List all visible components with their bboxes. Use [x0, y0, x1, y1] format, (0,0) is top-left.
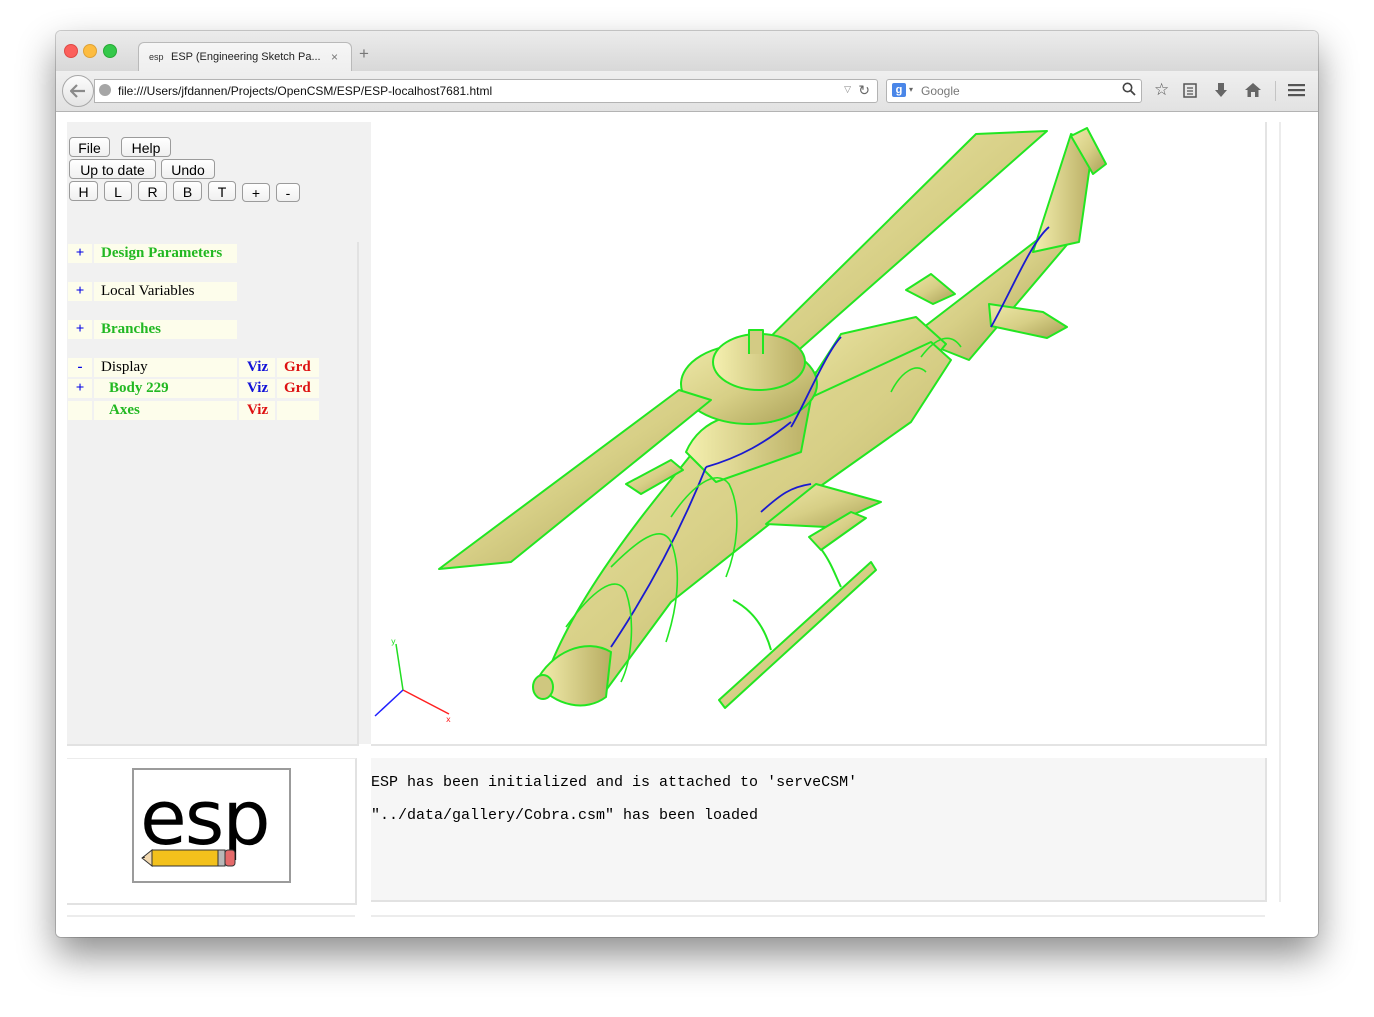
local-variables-toggle[interactable]: +: [68, 282, 92, 301]
body-grd-toggle[interactable]: Grd: [277, 379, 319, 398]
reload-icon[interactable]: ↻: [858, 82, 870, 99]
graphics-viewer[interactable]: y x: [371, 122, 1267, 746]
body-viz-toggle[interactable]: Viz: [239, 379, 275, 398]
undo-button[interactable]: Undo: [161, 159, 215, 179]
axes-grd-spacer: [277, 401, 319, 420]
view-top-button[interactable]: T: [208, 181, 236, 201]
up-to-date-button[interactable]: Up to date: [69, 159, 156, 179]
skid-strut-2: [820, 548, 842, 588]
message-window: ESP has been initialized and is attached…: [371, 758, 1267, 902]
axes-viz-toggle[interactable]: Viz: [239, 401, 275, 420]
logo-text: esp: [140, 773, 269, 862]
axes-spacer: [68, 401, 92, 420]
url-text[interactable]: file:///Users/jfdannen/Projects/OpenCSM/…: [118, 84, 492, 98]
help-button[interactable]: Help: [121, 137, 171, 157]
local-variables-label[interactable]: Local Variables: [94, 282, 237, 301]
back-button[interactable]: [62, 75, 94, 107]
star-icon[interactable]: ☆: [1154, 81, 1169, 99]
download-arrow-icon[interactable]: [1214, 82, 1228, 98]
esp-favicon-icon: esp: [149, 52, 164, 62]
axes-label[interactable]: Axes: [94, 401, 237, 420]
globe-icon: [99, 84, 111, 96]
message-line: ESP has been initialized and is attached…: [371, 774, 858, 791]
left-panel: File Help Up to date Undo H L R B T + - …: [67, 122, 371, 746]
scroll-gutter: [1279, 122, 1281, 902]
home-icon[interactable]: [1244, 82, 1262, 98]
axis-x-line: [402, 689, 450, 715]
branches-label[interactable]: Branches: [94, 320, 237, 339]
body-toggle[interactable]: +: [68, 379, 92, 398]
tab-close-icon[interactable]: ×: [331, 50, 338, 64]
logo-panel: esp: [67, 758, 357, 905]
file-button[interactable]: File: [69, 137, 110, 157]
search-input[interactable]: [921, 82, 1111, 100]
back-arrow-icon: [69, 84, 85, 98]
search-engine-icon[interactable]: g: [892, 83, 906, 97]
minimize-window-icon[interactable]: [83, 44, 97, 58]
design-parameters-toggle[interactable]: +: [68, 244, 92, 263]
tab-title: ESP (Engineering Sketch Pa...: [171, 51, 321, 63]
address-bar[interactable]: file:///Users/jfdannen/Projects/OpenCSM/…: [94, 79, 878, 103]
axis-x-label: x: [446, 715, 451, 724]
axis-y-line: [395, 643, 404, 691]
view-left-button[interactable]: L: [104, 181, 132, 201]
panel-divider: [371, 915, 1265, 917]
esp-toolbar: File Help Up to date Undo H L R B T + -: [67, 122, 371, 240]
magnifier-icon[interactable]: [1122, 82, 1136, 96]
navigation-bar: file:///Users/jfdannen/Projects/OpenCSM/…: [56, 71, 1318, 112]
zoom-out-button[interactable]: -: [276, 183, 300, 202]
toolbar-divider: [1275, 81, 1276, 101]
browser-window: esp ESP (Engineering Sketch Pa... × + fi…: [56, 31, 1318, 937]
message-line: "../data/gallery/Cobra.csm" has been loa…: [371, 807, 759, 824]
view-right-button[interactable]: R: [138, 181, 167, 201]
view-bottom-button[interactable]: B: [173, 181, 202, 201]
esp-logo: esp: [132, 768, 291, 883]
zoom-window-icon[interactable]: [103, 44, 117, 58]
rotor-mast: [748, 329, 764, 354]
history-dropdown-icon[interactable]: ▽: [844, 84, 851, 95]
nose-tip: [532, 674, 554, 700]
new-tab-icon[interactable]: +: [359, 45, 369, 62]
view-home-button[interactable]: H: [69, 181, 98, 201]
display-grd-toggle[interactable]: Grd: [277, 358, 319, 377]
tab-strip: esp ESP (Engineering Sketch Pa... × +: [56, 31, 1318, 73]
hamburger-menu-icon[interactable]: [1288, 83, 1305, 97]
zoom-in-button[interactable]: +: [242, 183, 270, 202]
axis-y-label: y: [391, 637, 396, 646]
branches-toggle[interactable]: +: [68, 320, 92, 339]
body-label[interactable]: Body 229: [94, 379, 237, 398]
skid-left: [718, 561, 877, 709]
tree-window: + Design Parameters + Local Variables + …: [67, 242, 359, 746]
panel-divider: [67, 915, 355, 917]
stabilizer-left: [905, 273, 956, 305]
design-parameters-label[interactable]: Design Parameters: [94, 244, 237, 263]
skid-strut-1: [732, 599, 772, 651]
esp-logo-graphic: esp: [140, 773, 271, 868]
clipboard-icon[interactable]: [1182, 82, 1198, 98]
display-label: Display: [94, 358, 237, 377]
pencil-icon: [141, 848, 236, 868]
helicopter-model-render[interactable]: y x: [371, 122, 1265, 744]
search-bar[interactable]: g ▾: [886, 79, 1142, 103]
display-toggle[interactable]: -: [68, 358, 92, 377]
display-viz-toggle[interactable]: Viz: [239, 358, 275, 377]
axis-z-line: [374, 689, 404, 717]
browser-tab[interactable]: esp ESP (Engineering Sketch Pa... ×: [138, 42, 352, 73]
esp-page: File Help Up to date Undo H L R B T + - …: [56, 112, 1318, 937]
close-window-icon[interactable]: [64, 44, 78, 58]
search-engine-dropdown-icon[interactable]: ▾: [909, 85, 913, 94]
